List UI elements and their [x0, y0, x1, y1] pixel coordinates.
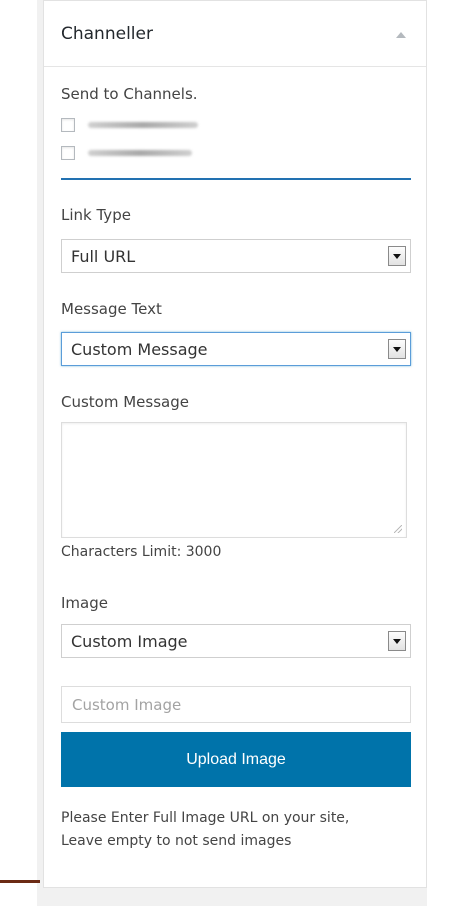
image-select[interactable]: Custom Image — [61, 624, 411, 658]
characters-limit-text: Characters Limit: 3000 — [61, 544, 222, 560]
resize-handle-icon[interactable] — [394, 525, 402, 533]
image-help-line-2: Leave empty to not send images — [61, 833, 292, 849]
link-type-label: Link Type — [61, 206, 131, 224]
message-text-selected-value: Custom Message — [71, 340, 208, 359]
upload-image-button[interactable]: Upload Image — [61, 732, 411, 787]
image-help-line-1: Please Enter Full Image URL on your site… — [61, 810, 350, 826]
chevron-down-icon[interactable] — [388, 246, 406, 266]
metabox-header[interactable]: Channeller — [44, 1, 426, 67]
decorative-accent-line — [0, 880, 40, 883]
channeller-metabox: Channeller Send to Channels. Link Type F… — [43, 0, 427, 888]
image-label: Image — [61, 594, 108, 612]
channel-name-redacted-2 — [88, 150, 192, 156]
custom-message-label: Custom Message — [61, 393, 189, 411]
custom-message-textarea[interactable] — [61, 422, 407, 538]
link-type-selected-value: Full URL — [71, 247, 136, 266]
image-help-text: Please Enter Full Image URL on your site… — [61, 807, 416, 853]
message-text-label: Message Text — [61, 300, 162, 318]
left-margin — [0, 0, 37, 906]
link-type-select[interactable]: Full URL — [61, 239, 411, 273]
chevron-down-icon[interactable] — [388, 339, 406, 359]
channel-name-redacted-1 — [88, 122, 198, 128]
custom-image-url-field — [61, 686, 411, 723]
collapse-arrow-icon[interactable] — [396, 32, 406, 38]
channel-checkbox-2[interactable] — [61, 146, 75, 160]
message-text-select[interactable]: Custom Message — [61, 332, 411, 366]
right-margin — [427, 0, 457, 906]
chevron-down-icon[interactable] — [388, 631, 406, 651]
custom-image-url-input[interactable] — [62, 687, 410, 722]
send-to-channels-label: Send to Channels. — [61, 85, 198, 103]
channel-checkbox-1[interactable] — [61, 118, 75, 132]
metabox-title: Channeller — [61, 24, 153, 44]
section-divider — [61, 178, 411, 180]
image-selected-value: Custom Image — [71, 632, 188, 651]
